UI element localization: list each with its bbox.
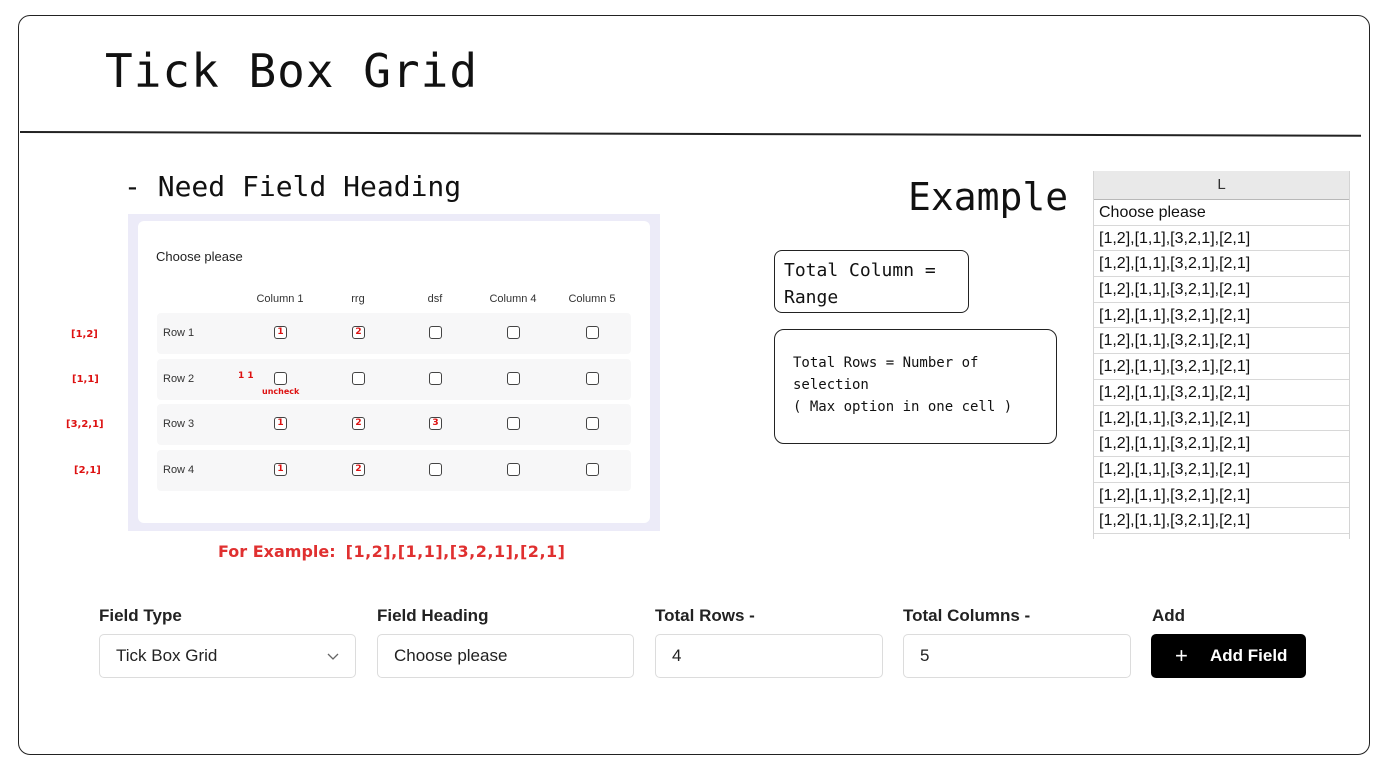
grid-checkbox[interactable]: 1 <box>274 417 287 430</box>
add-label: Add <box>1152 606 1186 625</box>
spreadsheet-example: L Choose please [1,2],[1,1],[3,2,1],[2,1… <box>1093 171 1350 539</box>
sheet-cell[interactable]: [1,2],[1,1],[3,2,1],[2,1] <box>1094 431 1349 457</box>
for-example-label: For Example: <box>218 542 336 561</box>
grid-checkbox[interactable] <box>507 372 520 385</box>
total-columns-input[interactable]: 5 <box>903 634 1131 678</box>
sheet-column-header: L <box>1094 171 1349 200</box>
grid-checkbox[interactable]: 3 <box>429 417 442 430</box>
grid-row: Row 1 1 2 <box>157 313 631 354</box>
row-tag: [2,1] <box>74 465 101 476</box>
grid-row-label: Row 1 <box>163 327 195 339</box>
row-tag: [3,2,1] <box>66 419 104 430</box>
chevron-down-icon <box>327 635 339 677</box>
grid-checkbox[interactable]: 1 <box>274 463 287 476</box>
grid-checkbox[interactable]: 2 <box>352 326 365 339</box>
total-columns-label: Total Columns - <box>903 606 1031 625</box>
grid-checkbox[interactable]: 2 <box>352 463 365 476</box>
grid-card: Choose please Column 1 rrg dsf Column 4 … <box>138 221 650 523</box>
grid-row: Row 2 1 1 uncheck <box>157 359 631 400</box>
grid-checkbox[interactable] <box>586 326 599 339</box>
page-title: Tick Box Grid <box>105 44 479 98</box>
add-field-button-label: Add Field <box>1210 646 1288 665</box>
row-tag: [1,2] <box>71 329 98 340</box>
grid-column-header: rrg <box>351 293 365 305</box>
grid-preview: Choose please Column 1 rrg dsf Column 4 … <box>128 214 660 531</box>
grid-checkbox[interactable] <box>586 417 599 430</box>
grid-checkbox[interactable] <box>507 417 520 430</box>
grid-checkbox[interactable] <box>352 372 365 385</box>
grid-checkbox[interactable] <box>429 372 442 385</box>
total-rows-input[interactable]: 4 <box>655 634 883 678</box>
for-example-value: [1,2],[1,1],[3,2,1],[2,1] <box>345 542 566 561</box>
grid-checkbox[interactable]: 2 <box>352 417 365 430</box>
sheet-cell[interactable]: [1,2],[1,1],[3,2,1],[2,1] <box>1094 328 1349 355</box>
sheet-cell[interactable]: [1,2],[1,1],[3,2,1],[2,1] <box>1094 354 1349 380</box>
grid-row-label: Row 3 <box>163 418 195 430</box>
sheet-cell[interactable]: [1,2],[1,1],[3,2,1],[2,1] <box>1094 406 1349 432</box>
for-example-note: For Example: [1,2],[1,1],[3,2,1],[2,1] <box>218 542 565 561</box>
grid-column-header: Column 5 <box>568 293 616 305</box>
grid-question: Choose please <box>156 249 243 264</box>
plus-icon: + <box>1175 643 1188 668</box>
grid-checkbox[interactable] <box>274 372 287 385</box>
example-label: Example <box>908 175 1069 219</box>
sheet-cell[interactable]: [1,2],[1,1],[3,2,1],[2,1] <box>1094 226 1349 252</box>
grid-row: Row 4 1 2 <box>157 450 631 491</box>
note-total-rows: Total Rows = Number of selection ( Max o… <box>774 329 1057 444</box>
sheet-cell[interactable]: [1,2],[1,1],[3,2,1],[2,1] <box>1094 483 1349 509</box>
uncheck-note: uncheck <box>262 387 300 396</box>
total-rows-label: Total Rows - <box>655 606 755 625</box>
sheet-cell[interactable]: [1,2],[1,1],[3,2,1],[2,1] <box>1094 508 1349 534</box>
sheet-cell[interactable]: [1,2],[1,1],[3,2,1],[2,1] <box>1094 380 1349 406</box>
grid-column-header: Column 1 <box>256 293 304 305</box>
grid-row-label: Row 4 <box>163 464 195 476</box>
grid-row: Row 3 1 2 3 <box>157 404 631 445</box>
row2-annotation: 1 1 <box>238 371 254 381</box>
heading-note: - Need Field Heading <box>124 170 462 203</box>
row-tag: [1,1] <box>72 374 99 385</box>
grid-row-label: Row 2 <box>163 373 195 385</box>
grid-checkbox[interactable] <box>586 463 599 476</box>
grid-column-header: dsf <box>427 293 443 305</box>
add-field-button[interactable]: + Add Field <box>1151 634 1306 678</box>
field-heading-label: Field Heading <box>377 606 489 625</box>
field-type-label: Field Type <box>99 606 182 625</box>
field-type-select[interactable]: Tick Box Grid <box>99 634 356 678</box>
sheet-cell[interactable]: [1,2],[1,1],[3,2,1],[2,1] <box>1094 303 1349 329</box>
grid-checkbox[interactable] <box>586 372 599 385</box>
grid-checkbox[interactable] <box>429 463 442 476</box>
sheet-cell[interactable]: [1,2],[1,1],[3,2,1],[2,1] <box>1094 457 1349 483</box>
field-type-value: Tick Box Grid <box>116 646 218 665</box>
grid-checkbox[interactable] <box>507 326 520 339</box>
sheet-cell[interactable]: [1,2],[1,1],[3,2,1],[2,1] <box>1094 251 1349 278</box>
field-heading-input[interactable]: Choose please <box>377 634 634 678</box>
grid-checkbox[interactable]: 1 <box>274 326 287 339</box>
sheet-cell[interactable]: Choose please <box>1094 200 1349 226</box>
grid-checkbox[interactable] <box>507 463 520 476</box>
sheet-cell[interactable]: [1,2],[1,1],[3,2,1],[2,1] <box>1094 277 1349 303</box>
grid-checkbox[interactable] <box>429 326 442 339</box>
grid-column-header: Column 4 <box>489 293 537 305</box>
note-total-columns: Total Column = Range <box>774 250 969 313</box>
